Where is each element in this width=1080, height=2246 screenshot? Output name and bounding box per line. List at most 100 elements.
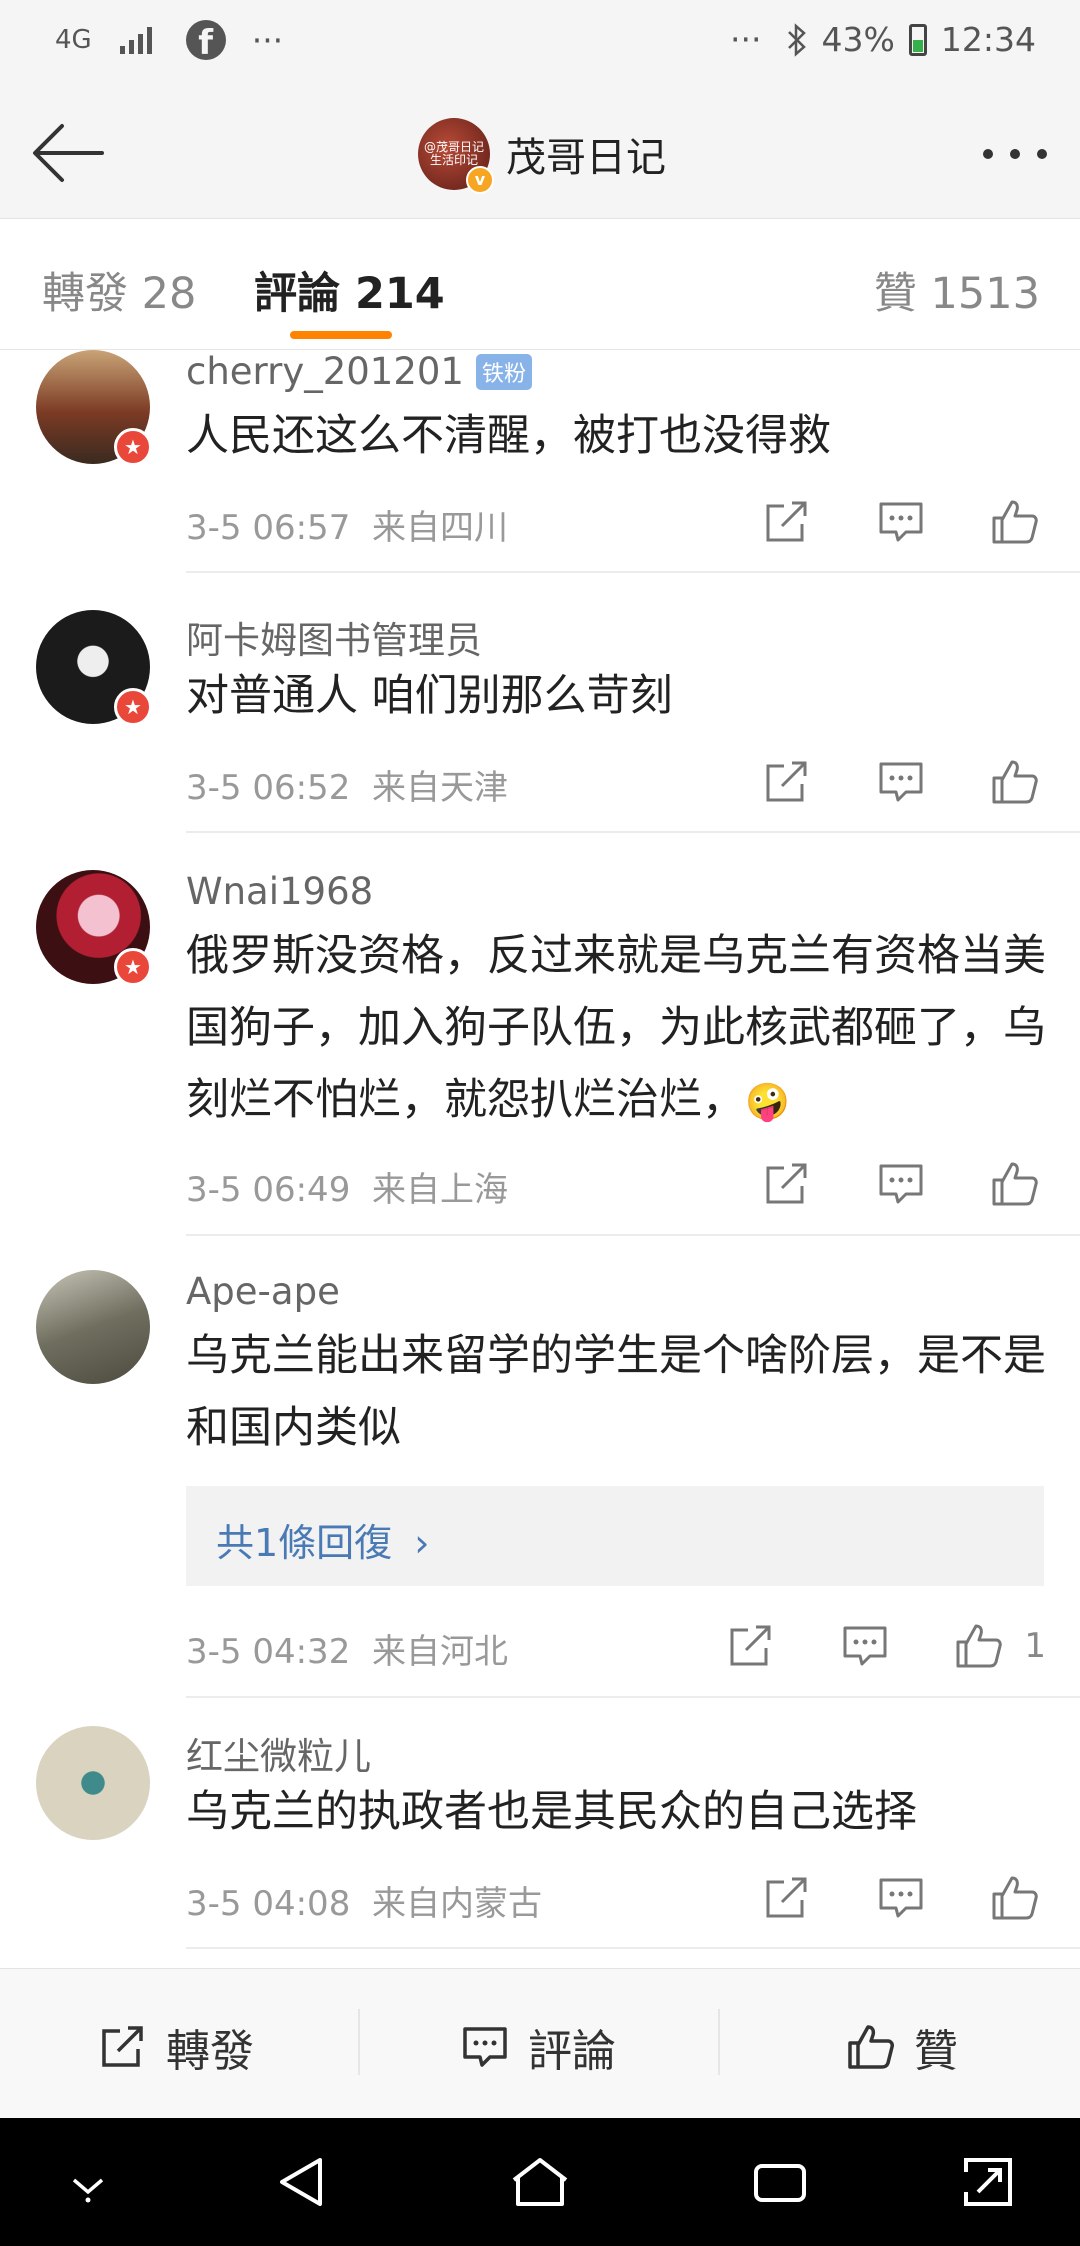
comment-icon — [879, 502, 923, 542]
like-button[interactable] — [984, 754, 1046, 810]
share-icon — [766, 761, 807, 802]
comment-text: 乌克兰能出来留学的学生是个啥阶层，是不是和国内类似 — [186, 1331, 1046, 1453]
tab-bar: 轉發 28 評論 214 贊 1513 — [0, 219, 1080, 350]
divider — [358, 2009, 360, 2075]
comment-text: 人民还这么不清醒，被打也没得救 — [186, 411, 831, 461]
comment-location: 来自河北 — [371, 1632, 508, 1672]
expand-icon[interactable] — [958, 2152, 1018, 2212]
back-arrow-icon[interactable] — [28, 120, 108, 186]
vip-badge-icon: ★ — [114, 688, 152, 726]
page-title: 茂哥日记 — [506, 135, 666, 181]
divider — [186, 1696, 1080, 1698]
status-bar: 4G f ··· ··· 43% 12:34 — [0, 0, 1080, 90]
thumbs-up-icon — [992, 1162, 1038, 1206]
share-button[interactable] — [756, 754, 818, 810]
username[interactable]: Ape-ape — [186, 1270, 340, 1313]
vip-badge-icon: ★ — [114, 948, 152, 986]
more-options-icon[interactable] — [980, 136, 1050, 172]
more-notifications: ··· — [251, 20, 284, 60]
top-navigation: @茂哥日记 生活印记 v 茂哥日记 — [0, 90, 1080, 219]
replies-link[interactable]: 共1條回復 › — [186, 1486, 1044, 1586]
like-button[interactable] — [984, 1870, 1046, 1926]
divider — [718, 2009, 720, 2075]
reply-button[interactable] — [870, 494, 932, 550]
network-indicator: 4G — [55, 25, 92, 55]
like-button[interactable] — [948, 1618, 1010, 1674]
comment-text: 俄罗斯没资格，反过来就是乌克兰有资格当美国狗子，加入狗子队伍，为此核武都砸了，乌… — [186, 931, 1046, 1125]
comment-icon — [879, 1164, 923, 1204]
battery-percent: 43% — [821, 20, 895, 59]
fan-badge: 铁粉 — [475, 353, 532, 390]
signal-icon — [119, 27, 152, 54]
comment-icon — [463, 2027, 507, 2067]
comment-location: 来自内蒙古 — [371, 1884, 542, 1924]
reply-button[interactable] — [870, 754, 932, 810]
bottom-like-button[interactable]: 贊 — [846, 2015, 958, 2079]
chevron-right-icon: › — [414, 1521, 430, 1565]
thumbs-up-icon — [992, 760, 1038, 804]
username[interactable]: 阿卡姆图书管理员 — [186, 610, 482, 664]
avatar[interactable] — [36, 1726, 150, 1840]
account-header[interactable]: @茂哥日记 生活印记 v 茂哥日记 — [418, 118, 666, 194]
avatar[interactable]: ★ — [36, 870, 152, 986]
avatar[interactable]: ★ — [36, 350, 152, 466]
bottom-comment-label: 評論 — [528, 2026, 616, 2077]
avatar[interactable]: ★ — [36, 610, 152, 726]
divider — [186, 571, 1080, 573]
share-icon — [766, 1877, 807, 1918]
username[interactable]: cherry_201201 — [186, 350, 464, 393]
share-button[interactable] — [756, 494, 818, 550]
more-status: ··· — [730, 20, 762, 59]
bottom-like-label: 贊 — [914, 2026, 958, 2077]
share-button[interactable] — [756, 1156, 818, 1212]
tab-comment[interactable]: 評論 214 — [254, 259, 445, 321]
comment-text: 对普通人 咱们别那么苛刻 — [186, 671, 673, 721]
comment-icon — [879, 762, 923, 802]
avatar[interactable] — [36, 1270, 150, 1384]
divider — [186, 831, 1080, 833]
bottom-repost-label: 轉發 — [166, 2026, 254, 2077]
username[interactable]: Wnai1968 — [186, 870, 373, 913]
share-button[interactable] — [720, 1618, 782, 1674]
comment-time: 3-5 04:08 — [186, 1884, 351, 1924]
comment-location: 来自上海 — [371, 1170, 508, 1210]
bottom-repost-button[interactable]: 轉發 — [98, 2015, 254, 2079]
comment-time: 3-5 06:49 — [186, 1170, 351, 1210]
verified-badge: v — [466, 166, 494, 194]
clock: 12:34 — [940, 20, 1036, 59]
hide-keyboard-icon[interactable] — [64, 2152, 112, 2212]
like-button[interactable] — [984, 494, 1046, 550]
facebook-icon: f — [185, 20, 226, 60]
comment-location: 来自四川 — [371, 508, 508, 548]
comment-time: 3-5 04:32 — [186, 1632, 351, 1672]
recent-apps-icon[interactable] — [750, 2152, 810, 2212]
comment-location: 来自天津 — [371, 768, 508, 808]
username[interactable]: 红尘微粒儿 — [186, 1726, 371, 1780]
tab-like[interactable]: 贊 1513 — [874, 259, 1040, 321]
thumbs-up-icon — [992, 1876, 1038, 1920]
comment-time: 3-5 06:57 — [186, 508, 351, 548]
share-icon — [102, 2026, 143, 2067]
battery-icon — [908, 23, 927, 56]
system-navigation-bar — [0, 2118, 1080, 2246]
reply-button[interactable] — [870, 1156, 932, 1212]
comment-icon — [843, 1626, 887, 1666]
active-tab-indicator — [290, 331, 392, 339]
share-button[interactable] — [756, 1870, 818, 1926]
account-avatar[interactable]: @茂哥日记 生活印记 v — [418, 118, 494, 194]
reply-button[interactable] — [834, 1618, 896, 1674]
reply-button[interactable] — [870, 1870, 932, 1926]
divider — [186, 1947, 1080, 1949]
share-icon — [766, 501, 807, 542]
back-triangle-icon[interactable] — [272, 2152, 332, 2212]
divider — [186, 1234, 1080, 1236]
like-count: 1 — [1024, 1626, 1046, 1666]
tab-repost[interactable]: 轉發 28 — [42, 259, 196, 321]
bottom-comment-button[interactable]: 評論 — [460, 2015, 616, 2079]
reply-count: 共1條回復 — [216, 1521, 393, 1565]
comment-text: 乌克兰的执政者也是其民众的自己选择 — [186, 1787, 917, 1837]
like-button[interactable] — [984, 1156, 1046, 1212]
home-icon[interactable] — [508, 2152, 572, 2212]
thumbs-up-icon — [956, 1624, 1003, 1668]
comment-icon — [879, 1878, 923, 1918]
